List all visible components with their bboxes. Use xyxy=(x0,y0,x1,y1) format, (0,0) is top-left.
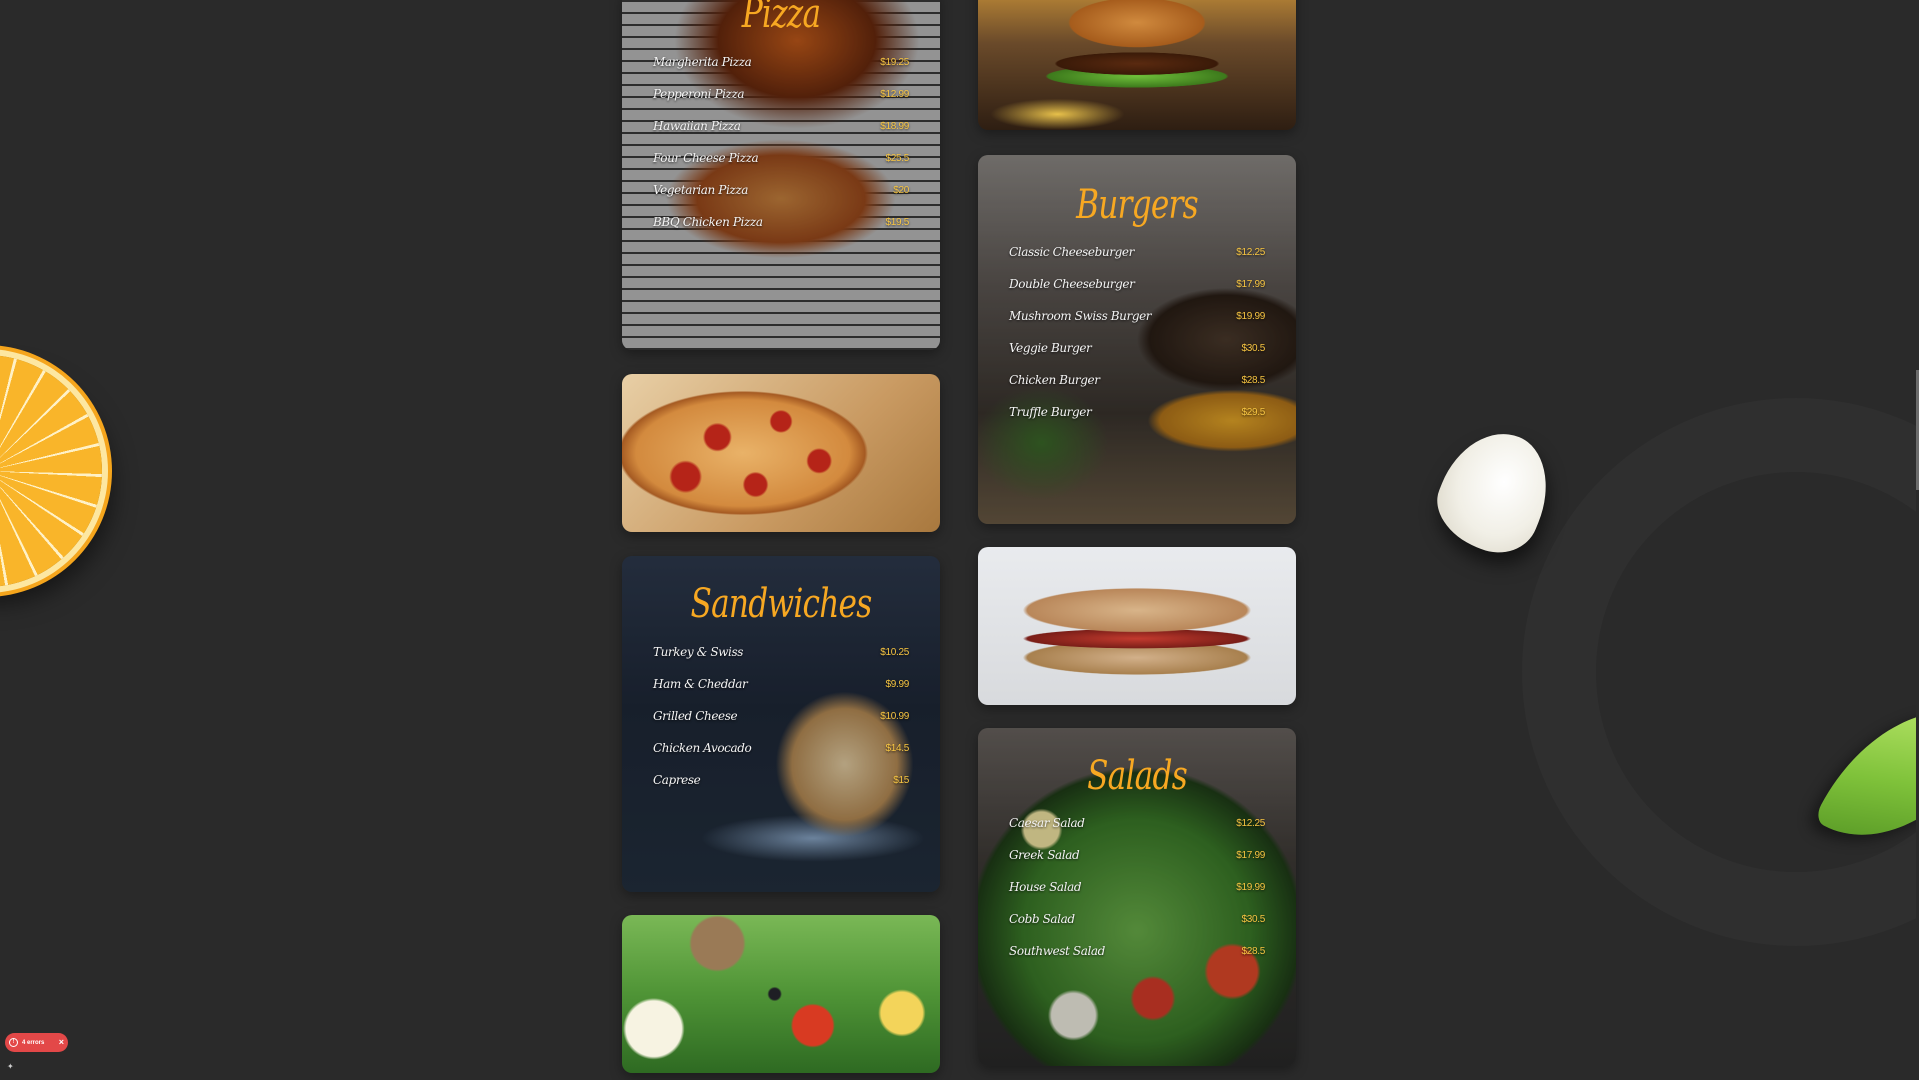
item-name: Mushroom Swiss Burger xyxy=(1009,309,1152,323)
pizza-items-list: Margherita Pizza $19.25 Pepperoni Pizza … xyxy=(622,46,940,238)
error-badge-label: 4 errors xyxy=(22,1039,45,1046)
item-name: Pepperoni Pizza xyxy=(653,87,745,101)
burger-photo-card xyxy=(978,0,1296,130)
menu-item: Grilled Cheese $10.99 xyxy=(653,700,909,732)
item-price: $19.25 xyxy=(880,56,909,68)
item-price: $30.5 xyxy=(1241,913,1265,925)
item-name: House Salad xyxy=(1009,880,1082,894)
item-name: Turkey & Swiss xyxy=(653,645,743,659)
menu-item: Cobb Salad $30.5 xyxy=(1009,903,1265,935)
item-name: Double Cheeseburger xyxy=(1009,277,1135,291)
item-name: Veggie Burger xyxy=(1009,341,1092,355)
menu-item: Hawaiian Pizza $18.99 xyxy=(653,110,909,142)
item-name: Truffle Burger xyxy=(1009,405,1092,419)
menu-item: Pepperoni Pizza $12.99 xyxy=(653,78,909,110)
menu-item: House Salad $19.99 xyxy=(1009,871,1265,903)
item-name: Vegetarian Pizza xyxy=(653,183,749,197)
item-name: Chicken Burger xyxy=(1009,373,1100,387)
item-name: Cobb Salad xyxy=(1009,912,1075,926)
menu-item: Caesar Salad $12.25 xyxy=(1009,807,1265,839)
menu-item: Four Cheese Pizza $25.5 xyxy=(653,142,909,174)
salads-menu-card: Salads Caesar Salad $12.25 Greek Salad $… xyxy=(978,728,1296,1066)
salad-photo-card xyxy=(622,915,940,1073)
item-price: $12.25 xyxy=(1236,246,1265,258)
item-name: Caesar Salad xyxy=(1009,816,1085,830)
item-name: Caprese xyxy=(653,773,701,787)
close-icon[interactable]: × xyxy=(59,1038,64,1047)
item-price: $25.5 xyxy=(885,152,909,164)
pizza-photo-card xyxy=(622,374,940,532)
item-price: $19.5 xyxy=(885,216,909,228)
orange-slice-decoration xyxy=(0,355,102,587)
menu-page: Pizza Margherita Pizza $19.25 Pepperoni … xyxy=(0,0,1919,1080)
menu-item: Double Cheeseburger $17.99 xyxy=(1009,268,1265,300)
item-name: Margherita Pizza xyxy=(653,55,752,69)
item-price: $19.99 xyxy=(1236,881,1265,893)
sandwiches-items-list: Turkey & Swiss $10.25 Ham & Cheddar $9.9… xyxy=(622,636,940,796)
sandwich-photo-card xyxy=(978,547,1296,705)
menu-item: Caprese $15 xyxy=(653,764,909,796)
item-price: $29.5 xyxy=(1241,406,1265,418)
menu-item: Chicken Burger $28.5 xyxy=(1009,364,1265,396)
menu-item: Veggie Burger $30.5 xyxy=(1009,332,1265,364)
item-name: Four Cheese Pizza xyxy=(653,151,759,165)
burgers-menu-card: Burgers Classic Cheeseburger $12.25 Doub… xyxy=(978,155,1296,524)
item-price: $12.25 xyxy=(1236,817,1265,829)
menu-title-sandwiches: Sandwiches xyxy=(690,581,873,627)
item-price: $9.99 xyxy=(885,678,909,690)
menu-item: Truffle Burger $29.5 xyxy=(1009,396,1265,428)
item-price: $19.99 xyxy=(1236,310,1265,322)
menu-item: Margherita Pizza $19.25 xyxy=(653,46,909,78)
item-price: $28.5 xyxy=(1241,945,1265,957)
item-price: $17.99 xyxy=(1236,278,1265,290)
item-name: Chicken Avocado xyxy=(653,741,752,755)
item-price: $10.25 xyxy=(880,646,909,658)
menu-item: Chicken Avocado $14.5 xyxy=(653,732,909,764)
item-price: $18.99 xyxy=(880,120,909,132)
pizza-menu-card: Pizza Margherita Pizza $19.25 Pepperoni … xyxy=(622,0,940,350)
item-name: Classic Cheeseburger xyxy=(1009,245,1134,259)
item-name: Greek Salad xyxy=(1009,848,1080,862)
framework-logo-icon[interactable]: ✦ xyxy=(7,1062,16,1071)
burgers-items-list: Classic Cheeseburger $12.25 Double Chees… xyxy=(978,236,1296,428)
alert-circle-icon: ! xyxy=(9,1038,18,1047)
item-name: Hawaiian Pizza xyxy=(653,119,741,133)
garlic-clove-decoration xyxy=(1424,416,1566,566)
item-price: $28.5 xyxy=(1241,374,1265,386)
decorative-ring xyxy=(1522,398,1919,946)
item-price: $12.99 xyxy=(880,88,909,100)
item-name: Southwest Salad xyxy=(1009,944,1105,958)
menu-item: Ham & Cheddar $9.99 xyxy=(653,668,909,700)
menu-item: Southwest Salad $28.5 xyxy=(1009,935,1265,967)
salads-items-list: Caesar Salad $12.25 Greek Salad $17.99 H… xyxy=(978,807,1296,967)
item-price: $17.99 xyxy=(1236,849,1265,861)
item-price: $14.5 xyxy=(885,742,909,754)
menu-item: Vegetarian Pizza $20 xyxy=(653,174,909,206)
menu-title-salads: Salads xyxy=(1087,753,1188,799)
item-name: Ham & Cheddar xyxy=(653,677,748,691)
menu-item: BBQ Chicken Pizza $19.5 xyxy=(653,206,909,238)
menu-title-pizza: Pizza xyxy=(741,0,821,37)
item-price: $10.99 xyxy=(880,710,909,722)
error-badge[interactable]: ! 4 errors × xyxy=(5,1033,68,1052)
menu-item: Mushroom Swiss Burger $19.99 xyxy=(1009,300,1265,332)
item-price: $30.5 xyxy=(1241,342,1265,354)
item-price: $15 xyxy=(893,774,909,786)
menu-item: Classic Cheeseburger $12.25 xyxy=(1009,236,1265,268)
item-price: $20 xyxy=(893,184,909,196)
item-name: BBQ Chicken Pizza xyxy=(653,215,763,229)
item-name: Grilled Cheese xyxy=(653,709,738,723)
menu-item: Greek Salad $17.99 xyxy=(1009,839,1265,871)
sandwiches-menu-card: Sandwiches Turkey & Swiss $10.25 Ham & C… xyxy=(622,556,940,892)
menu-title-burgers: Burgers xyxy=(1076,182,1199,228)
menu-item: Turkey & Swiss $10.25 xyxy=(653,636,909,668)
